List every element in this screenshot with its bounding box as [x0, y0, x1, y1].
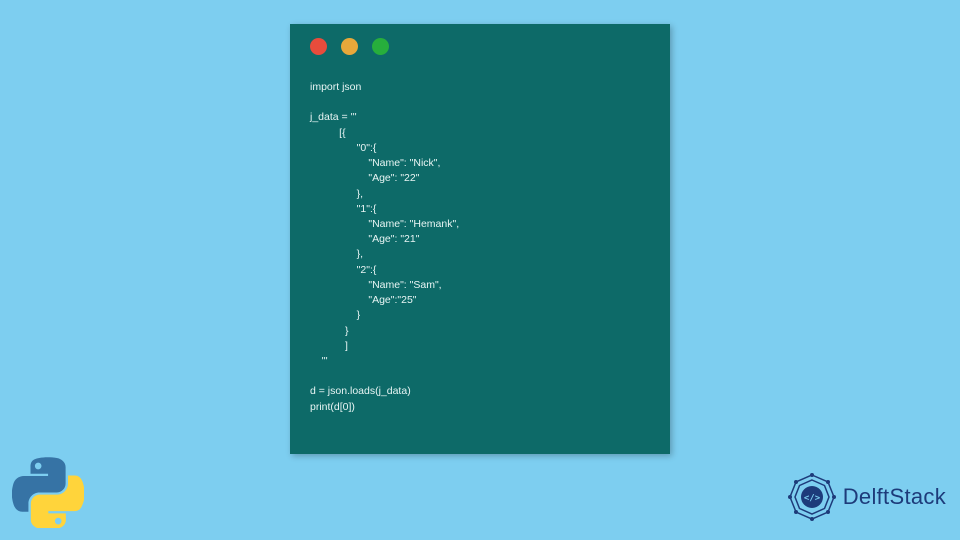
code-content: import json j_data = ''' [{ "0":{ "Name"…	[310, 80, 650, 415]
code-window: import json j_data = ''' [{ "0":{ "Name"…	[290, 24, 670, 454]
traffic-lights	[310, 38, 389, 55]
delftstack-logo-icon: </>	[787, 472, 837, 522]
python-logo-icon	[12, 456, 84, 528]
close-icon	[310, 38, 327, 55]
svg-text:</>: </>	[804, 494, 821, 504]
minimize-icon	[341, 38, 358, 55]
delftstack-branding: </> DelftStack	[787, 472, 946, 522]
delftstack-label: DelftStack	[843, 484, 946, 510]
maximize-icon	[372, 38, 389, 55]
